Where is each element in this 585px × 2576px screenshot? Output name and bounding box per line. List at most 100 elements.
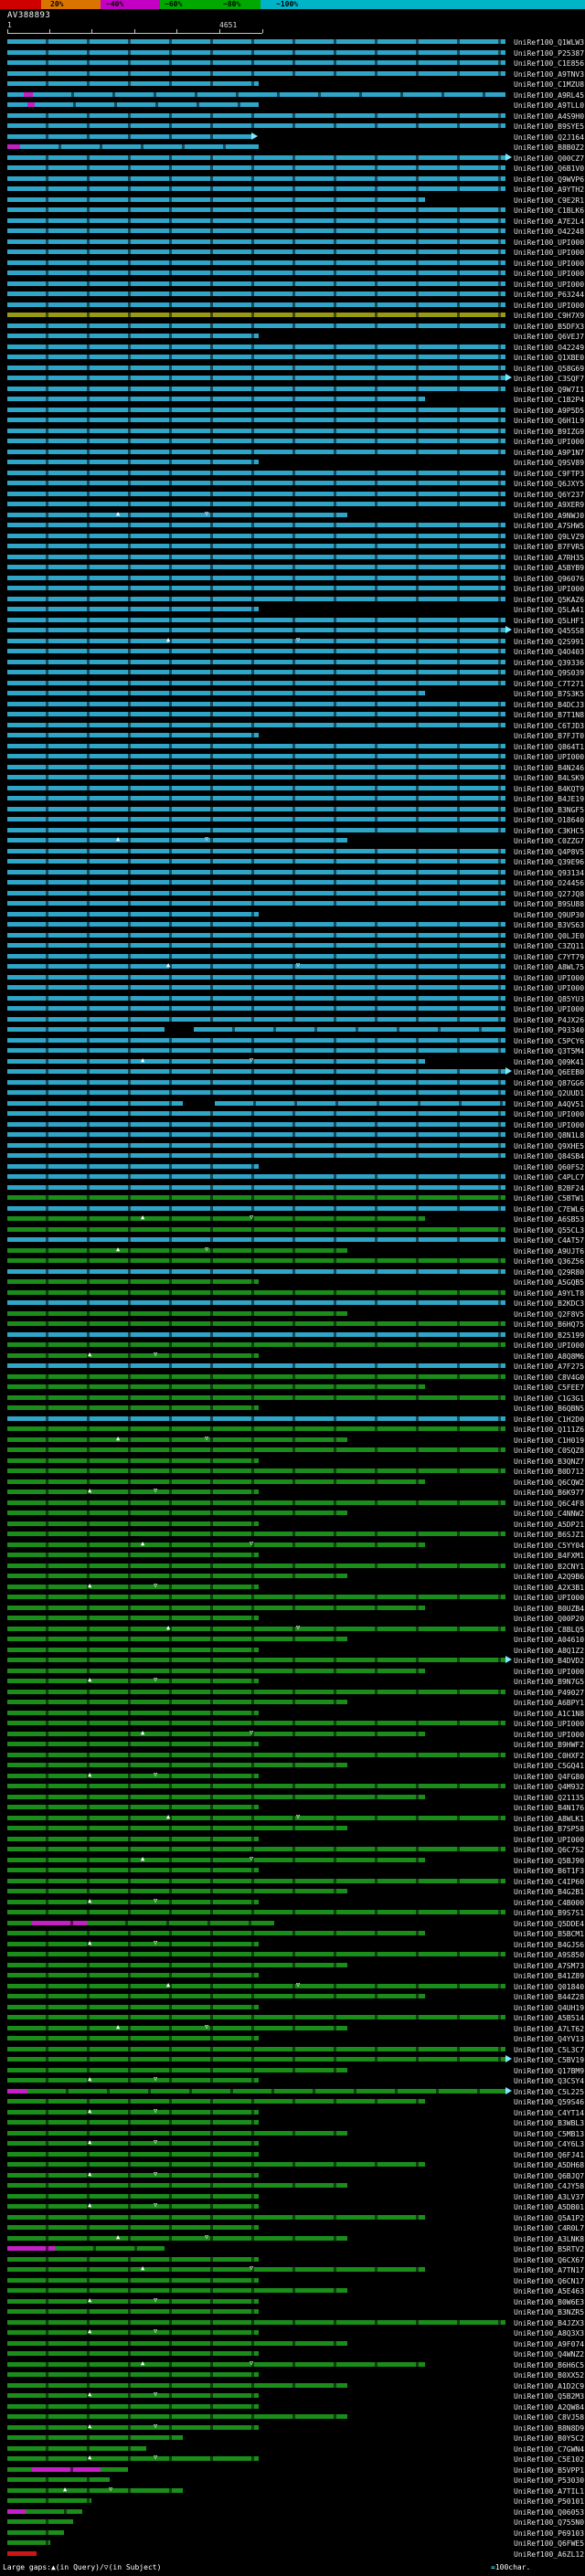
hit-bar[interactable] [7, 1163, 259, 1169]
hit-bar[interactable] [7, 365, 505, 370]
hit-label[interactable]: UniRef100_B7SP58 [514, 1825, 584, 1833]
hit-bar[interactable] [7, 1794, 425, 1799]
hit-label[interactable]: UniRef100_Q93134 [514, 869, 584, 877]
hit-bar[interactable] [7, 827, 505, 832]
hit-bar[interactable] [7, 712, 505, 716]
hit-label[interactable]: UniRef100_B4KQT9 [514, 785, 584, 793]
hit-bar[interactable] [55, 2246, 165, 2251]
hit-label[interactable]: UniRef100_Q55CL3 [514, 1226, 584, 1235]
hit-label[interactable]: UniRef100_B4GJS6 [514, 1941, 584, 1949]
hit-bar[interactable] [7, 754, 505, 758]
hit-label[interactable]: UniRef100_A5BYB9 [514, 564, 584, 572]
hit-label[interactable]: UniRef100_UPI00015171 [514, 1110, 584, 1118]
hit-bar[interactable] [7, 1962, 347, 1967]
hit-bar[interactable] [7, 2057, 505, 2062]
hit-label[interactable]: UniRef100_B6K977 [514, 1489, 584, 1497]
hit-bar[interactable] [7, 2235, 347, 2241]
hit-bar[interactable] [7, 2477, 110, 2482]
hit-bar[interactable] [7, 838, 347, 843]
hit-bar[interactable] [7, 355, 505, 359]
hit-bar[interactable] [7, 2277, 259, 2283]
hit-bar[interactable] [7, 1847, 505, 1851]
hit-label[interactable]: UniRef100_B3QNZ7 [514, 1458, 584, 1466]
hit-bar[interactable] [7, 1700, 347, 1704]
hit-bar[interactable] [7, 2435, 183, 2440]
hit-label[interactable]: UniRef100_C5FEE7 [514, 1383, 584, 1392]
hit-label[interactable]: UniRef100_Q8N1L8 [514, 1131, 584, 1140]
hit-bar[interactable] [7, 1384, 425, 1389]
hit-label[interactable]: UniRef100_B4LSK9 [514, 774, 584, 782]
hit-bar[interactable] [7, 2487, 183, 2493]
hit-label[interactable]: UniRef100_UPI00018002 [514, 1668, 584, 1676]
hit-label[interactable]: UniRef100_B5RTV2 [514, 2245, 584, 2253]
hit-label[interactable]: UniRef100_Q1XBE0 [514, 354, 584, 362]
hit-label[interactable]: UniRef100_B4N246 [514, 764, 584, 772]
hit-bar[interactable] [7, 397, 425, 401]
hit-bar[interactable] [7, 260, 505, 265]
hit-bar[interactable] [7, 1868, 259, 1872]
hit-bar[interactable] [7, 376, 505, 380]
hit-label[interactable]: UniRef100_A4QV51 [514, 1100, 584, 1108]
hit-label[interactable]: UniRef100_P63244 [514, 291, 584, 299]
hit-label[interactable]: UniRef100_UPI00016E2B [514, 281, 584, 289]
hit-bar[interactable] [7, 1331, 505, 1337]
hit-label[interactable]: UniRef100_UPI000039A2 [514, 1731, 584, 1739]
hit-label[interactable]: UniRef100_C8BLQ5 [514, 1626, 584, 1634]
hit-bar[interactable] [7, 1436, 347, 1442]
hit-label[interactable]: UniRef100_Q58G69 [514, 365, 584, 373]
hit-label[interactable]: UniRef100_Q755N0 [514, 2518, 584, 2527]
hit-label[interactable]: UniRef100_B7FJT0 [514, 732, 584, 740]
hit-bar[interactable] [33, 91, 505, 97]
hit-label[interactable]: UniRef100_B7FVR5 [514, 543, 584, 551]
hit-bar[interactable] [7, 1668, 425, 1673]
hit-bar[interactable] [7, 2172, 259, 2178]
hit-label[interactable]: UniRef100_Q5BJ90 [514, 1857, 584, 1865]
hit-bar[interactable] [7, 1878, 505, 1883]
hit-bar[interactable] [7, 775, 505, 779]
hit-label[interactable]: UniRef100_Q4YV13 [514, 2035, 584, 2043]
hit-label[interactable]: UniRef100_Q2UUD1 [514, 1089, 584, 1097]
hit-bar[interactable] [7, 81, 259, 86]
hit-bar[interactable] [7, 1742, 259, 1746]
hit-bar[interactable] [7, 1574, 347, 1578]
hit-bar[interactable] [7, 2309, 259, 2314]
hit-label[interactable]: UniRef100_C5MB13 [514, 2130, 584, 2138]
hit-bar[interactable] [7, 1363, 505, 1368]
hit-bar[interactable] [7, 1679, 259, 1683]
hit-label[interactable]: UniRef100_Q96076 [514, 575, 584, 583]
hit-bar[interactable] [7, 586, 505, 590]
hit-bar[interactable] [7, 144, 20, 149]
hit-label[interactable]: UniRef100_B4JE19 [514, 795, 584, 803]
hit-label[interactable]: UniRef100_B9IZG9 [514, 428, 584, 436]
hit-bar[interactable] [7, 228, 505, 233]
hit-bar[interactable] [7, 1037, 505, 1043]
hit-bar[interactable] [7, 70, 505, 76]
hit-label[interactable]: UniRef100_P49027 [514, 1689, 584, 1697]
hit-label[interactable]: UniRef100_Q3CSY4 [514, 2077, 584, 2085]
hit-label[interactable]: UniRef100_A6SB53 [514, 1215, 584, 1224]
hit-label[interactable]: UniRef100_A7SM73 [514, 1962, 584, 1970]
hit-bar[interactable] [27, 102, 35, 107]
hit-label[interactable]: UniRef100_UPI00004431 [514, 1720, 584, 1728]
hit-label[interactable]: UniRef100_Q39E96 [514, 858, 584, 866]
hit-label[interactable]: UniRef100_C1B2P4 [514, 396, 584, 404]
hit-bar[interactable] [7, 901, 505, 906]
hit-bar[interactable] [7, 785, 505, 790]
hit-bar[interactable] [7, 2445, 146, 2451]
hit-bar[interactable] [7, 302, 505, 307]
hit-label[interactable]: UniRef100_Q4M932 [514, 1783, 584, 1791]
hit-bar[interactable] [194, 1027, 505, 1032]
hit-bar[interactable] [7, 922, 505, 927]
hit-label[interactable]: UniRef100_Q84SB4 [514, 1152, 584, 1161]
hit-bar[interactable] [7, 460, 259, 464]
hit-bar[interactable] [7, 649, 505, 653]
hit-label[interactable]: UniRef100_A8WLK1 [514, 1815, 584, 1823]
hit-bar[interactable] [7, 2330, 259, 2335]
hit-label[interactable]: UniRef100_Q9LVZ9 [514, 533, 584, 541]
hit-bar[interactable] [7, 1415, 505, 1421]
hit-label[interactable]: UniRef100_B2CNY1 [514, 1563, 584, 1571]
hit-label[interactable]: UniRef100_Q9S039 [514, 669, 584, 677]
hit-bar[interactable] [7, 2403, 259, 2409]
hit-bar[interactable] [7, 806, 505, 811]
hit-label[interactable]: UniRef100_B6T1F3 [514, 1867, 584, 1875]
